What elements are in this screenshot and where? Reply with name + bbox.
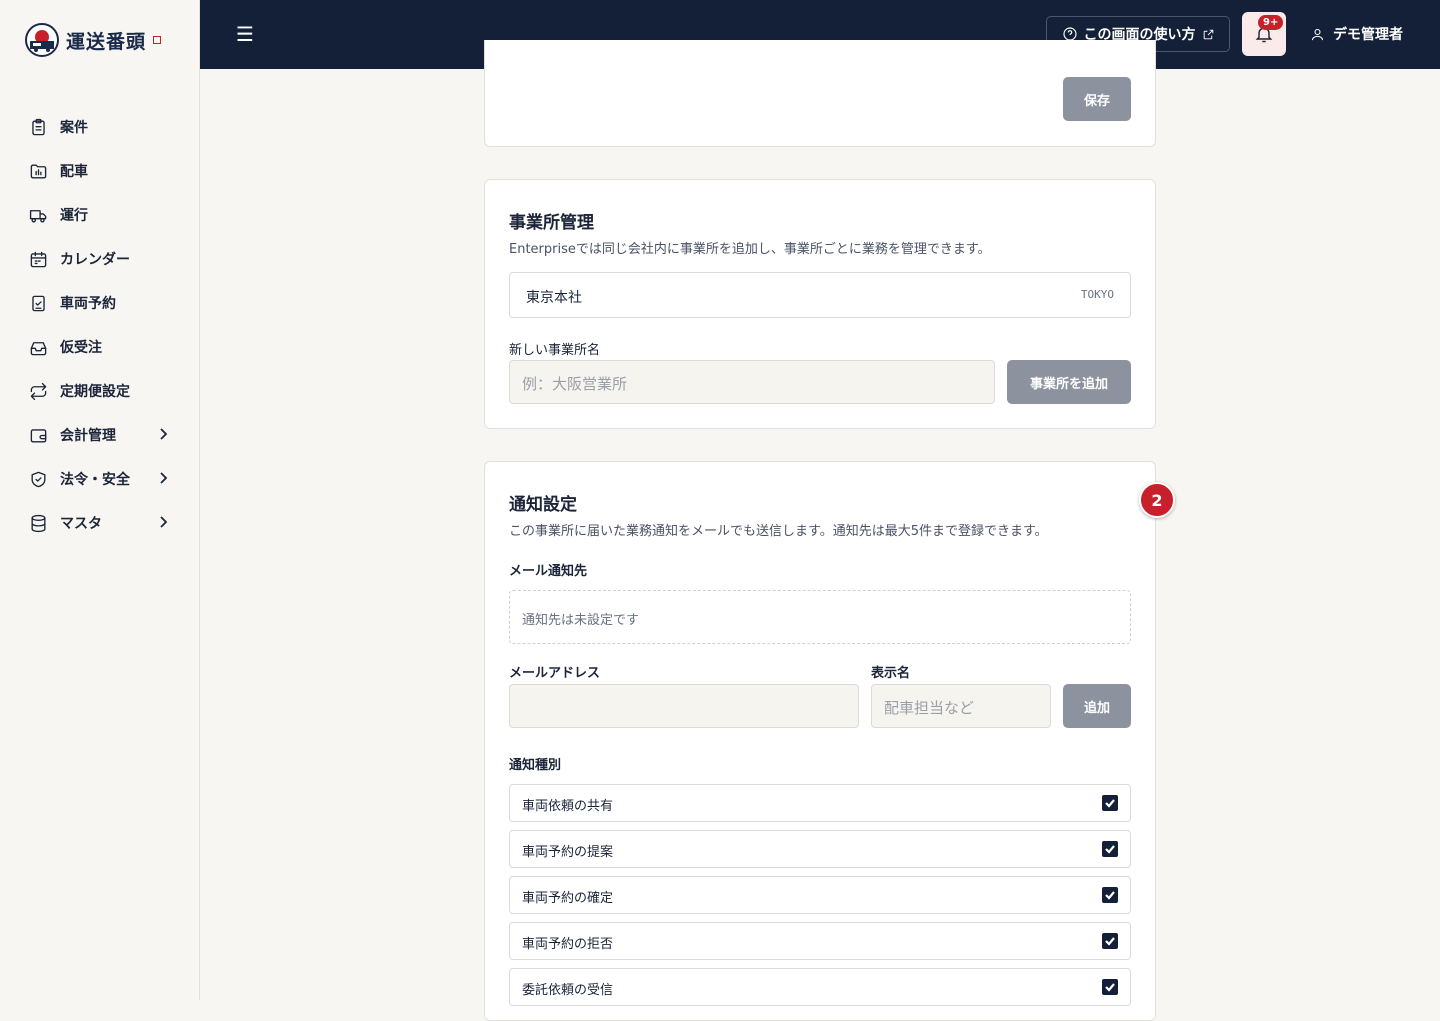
notification-settings-card: 通知設定 2 この事業所に届いた業務通知をメールでも送信します。通知先は最大5件… [484,461,1175,1021]
sidebar-item-label: 定期便設定 [60,384,130,400]
shield-check-icon [28,469,48,489]
sidebar-item-cases[interactable]: 案件 [0,105,200,149]
sidebar-item-label: 配車 [60,164,88,180]
notification-type-row[interactable]: 車両予約の提案 [509,830,1131,868]
database-icon [28,513,48,533]
app-logo[interactable]: 運送番頭 [24,22,162,58]
recipients-empty-state: 通知先は未設定です [509,590,1131,644]
calendar-icon [28,249,48,269]
sidebar: 運送番頭 案件 配車 運行 カレンダー 車両予約 仮受注 定期便設定 会計管理 … [0,0,200,1000]
sidebar-item-label: 仮受注 [60,340,102,356]
truck-icon [28,205,48,225]
office-code: TOKYO [1080,288,1114,301]
email-address-input[interactable] [509,684,859,728]
logo-seal-icon [153,36,162,44]
office-section-description: Enterpriseでは同じ会社内に事業所を追加し、事業所ごとに業務を管理できま… [509,242,991,257]
external-link-icon [1203,29,1213,39]
settings-card-top: 保存 [484,40,1156,147]
clipboard-icon [28,117,48,137]
wallet-icon [28,425,48,445]
display-name-label: 表示名 [871,666,911,681]
user-menu[interactable]: デモ管理者 [1310,24,1403,44]
notification-type-checkbox[interactable] [1102,933,1118,949]
notification-type-row[interactable]: 委託依頼の受信 [509,968,1131,1006]
add-recipient-button[interactable]: 追加 [1063,684,1131,728]
sidebar-item-label: 会計管理 [60,428,116,444]
sidebar-item-legal-safety[interactable]: 法令・安全 [0,457,200,501]
notify-section-description: この事業所に届いた業務通知をメールでも送信します。通知先は最大5件まで登録できま… [509,524,1048,539]
notification-type-label: 委託依頼の受信 [522,983,614,998]
inbox-icon [28,337,48,357]
office-management-card: 事業所管理 Enterpriseでは同じ会社内に事業所を追加し、事業所ごとに業務… [484,179,1156,429]
sidebar-item-accounting[interactable]: 会計管理 [0,413,200,457]
sidebar-item-recurring-settings[interactable]: 定期便設定 [0,369,200,413]
sidebar-item-label: カレンダー [60,252,130,268]
user-name: デモ管理者 [1333,27,1403,43]
sidebar-item-tentative-orders[interactable]: 仮受注 [0,325,200,369]
email-recipients-label: メール通知先 [509,564,588,579]
chevron-right-icon [156,515,170,529]
notification-type-checkbox[interactable] [1102,887,1118,903]
sidebar-item-vehicle-reservation[interactable]: 車両予約 [0,281,200,325]
folder-chart-icon [28,161,48,181]
display-name-input[interactable]: 配車担当など [871,684,1051,728]
repeat-icon [28,381,48,401]
chevron-right-icon [156,471,170,485]
sidebar-item-label: 運行 [60,208,88,224]
logo-text: 運送番頭 [66,30,147,53]
new-office-label: 新しい事業所名 [509,343,601,358]
notification-type-label: 車両予約の提案 [522,845,614,860]
notification-count-badge: 9+ [1258,15,1284,30]
office-section-title: 事業所管理 [509,213,594,233]
menu-toggle-icon[interactable]: ☰ [236,22,254,46]
office-list-item[interactable]: 東京本社 TOKYO [509,272,1131,318]
email-address-label: メールアドレス [509,666,601,681]
notification-type-checkbox[interactable] [1102,841,1118,857]
add-office-button[interactable]: 事業所を追加 [1007,360,1131,404]
sidebar-item-label: 案件 [60,120,88,136]
notification-type-row[interactable]: 車両予約の拒否 [509,922,1131,960]
notification-type-row[interactable]: 車両予約の確定 [509,876,1131,914]
notification-type-checkbox[interactable] [1102,795,1118,811]
sidebar-nav: 案件 配車 運行 カレンダー 車両予約 仮受注 定期便設定 会計管理 法令・安全… [0,105,200,545]
chevron-right-icon [156,427,170,441]
sidebar-item-operations[interactable]: 運行 [0,193,200,237]
user-icon [1311,28,1324,40]
sidebar-item-label: マスタ [60,516,102,532]
clipboard-check-icon [28,293,48,313]
notification-type-checkbox[interactable] [1102,979,1118,995]
save-button[interactable]: 保存 [1063,77,1131,121]
notification-types-label: 通知種別 [509,758,562,773]
notification-type-label: 車両予約の確定 [522,891,614,906]
notification-type-label: 車両依頼の共有 [522,799,614,814]
logo-mark-icon [25,23,59,57]
sidebar-item-calendar[interactable]: カレンダー [0,237,200,281]
step-marker-badge: 2 [1139,482,1175,518]
sidebar-item-label: 車両予約 [60,296,116,312]
sidebar-item-dispatch[interactable]: 配車 [0,149,200,193]
office-name: 東京本社 [526,290,582,306]
new-office-input[interactable]: 例：大阪営業所 [509,360,995,404]
sidebar-item-label: 法令・安全 [60,472,130,488]
notification-type-row[interactable]: 車両依頼の共有 [509,784,1131,822]
notify-section-title: 通知設定 [509,495,577,515]
sidebar-item-master[interactable]: マスタ [0,501,200,545]
notification-type-label: 車両予約の拒否 [522,937,614,952]
